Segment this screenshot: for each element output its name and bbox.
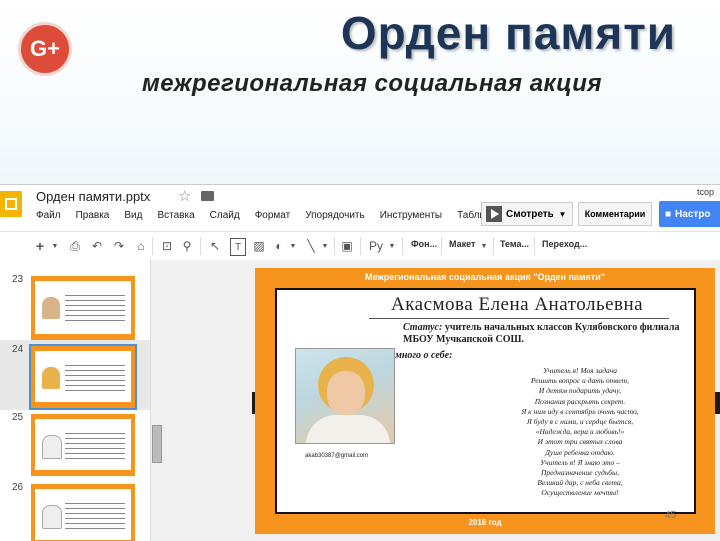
menu-item-format[interactable]: Формат — [255, 210, 291, 221]
slide-thumbnail-24[interactable] — [29, 344, 137, 410]
poem-line: Великий дар, с неба света, — [537, 478, 623, 488]
poem-line: Предназначение судьбы, — [541, 468, 619, 478]
name-divider — [369, 318, 669, 319]
current-slide[interactable]: Межрегиональная социальная акция "Орден … — [255, 268, 715, 534]
present-options-button[interactable]: ▼ — [553, 202, 573, 226]
poem-line: Решить вопрос и дать ответ, — [530, 376, 630, 386]
zoom-fit-icon[interactable]: ⊡ — [160, 238, 174, 254]
slide-number: 25 — [12, 412, 24, 423]
slide-thumbnail-25[interactable] — [31, 414, 135, 476]
status-label: Статус: — [403, 322, 443, 333]
poem-line: Душе ребенка отдаю. — [545, 447, 615, 457]
folder-icon[interactable] — [201, 191, 214, 201]
paint-format-icon[interactable]: ⌂ — [134, 238, 148, 254]
slide-number: 24 — [12, 344, 24, 355]
theme-button[interactable]: Тема... — [500, 239, 529, 249]
menu-item-view[interactable]: Вид — [124, 210, 142, 221]
select-cursor-icon[interactable]: ↖ — [208, 238, 222, 254]
page-title: Орден памяти — [340, 7, 676, 59]
shape-dropdown-icon[interactable]: ▼ — [288, 238, 298, 254]
layout-button[interactable]: Макет — [449, 239, 475, 249]
user-email: tcop — [696, 187, 714, 197]
background-button[interactable]: Фон... — [411, 239, 437, 249]
new-slide-dropdown-icon[interactable]: ▼ — [50, 238, 60, 254]
person-name: Акасмова Елена Анатольевна — [391, 294, 644, 315]
chevron-down-icon: ▼ — [558, 209, 567, 219]
slide-thumbnail-26[interactable] — [31, 484, 135, 541]
shape-icon[interactable]: ◐ — [272, 238, 286, 254]
print-icon[interactable]: ⎙ — [68, 238, 82, 254]
menu-item-insert[interactable]: Вставка — [157, 210, 194, 221]
google-plus-icon[interactable]: G+ — [18, 22, 72, 76]
page-number: 45 — [665, 510, 677, 521]
contact-email: akab30387@gmail.com — [305, 453, 369, 459]
menu-item-slide[interactable]: Слайд — [210, 210, 240, 221]
zoom-icon[interactable]: ⚲ — [180, 238, 194, 254]
poem: Учитель я! Моя задача Решить вопрос и да… — [475, 366, 685, 499]
slide-content-frame: Акасмова Елена Анатольевна Статус: учите… — [275, 288, 696, 514]
panel-scrollbar[interactable] — [152, 425, 162, 463]
document-title[interactable]: Орден памяти.pptx — [36, 189, 150, 204]
poem-line: Познания раскрыть секрет. — [534, 396, 626, 406]
menu-item-edit[interactable]: Правка — [76, 210, 110, 221]
undo-icon[interactable]: ↶ — [90, 238, 104, 254]
slides-panel: 23 24 25 26 — [0, 260, 151, 541]
slide-number: 26 — [12, 482, 24, 493]
menu-item-file[interactable]: Файл — [36, 210, 61, 221]
portrait-photo — [295, 348, 395, 444]
comments-button[interactable]: Комментарии — [578, 202, 652, 226]
poem-line: Учитель я! Я знаю это – — [540, 457, 620, 467]
slide-thumbnail-23[interactable] — [31, 276, 135, 340]
poem-line: «Надежда, вера и любовь!» — [535, 427, 625, 437]
share-label: Настро — [675, 208, 711, 220]
present-label: Смотреть — [506, 208, 554, 220]
title-bar: Орден памяти.pptx ☆ tcop Файл Правка Вид… — [0, 185, 720, 231]
text-box-icon[interactable]: T — [230, 238, 246, 256]
layout-dropdown-icon[interactable]: ▼ — [479, 238, 489, 254]
spellcheck-icon[interactable]: Ру — [367, 238, 385, 254]
play-icon — [486, 206, 502, 222]
share-button[interactable]: ■ Настро — [659, 201, 720, 227]
status-text: Статус: учитель начальных классов Кулябо… — [403, 322, 693, 346]
slide-number: 23 — [12, 274, 24, 285]
line-dropdown-icon[interactable]: ▼ — [320, 238, 330, 254]
menu-item-tools[interactable]: Инструменты — [380, 210, 442, 221]
spellcheck-dropdown-icon[interactable]: ▼ — [387, 238, 397, 254]
transition-button[interactable]: Переход... — [542, 239, 587, 249]
poem-line: Осуществление мечты! — [541, 488, 619, 498]
star-icon[interactable]: ☆ — [178, 187, 191, 205]
poem-line: Учитель я! Моя задача — [543, 366, 617, 375]
menu-bar: Файл Правка Вид Вставка Слайд Формат Упо… — [36, 210, 500, 221]
slide-header-text: Межрегиональная социальная акция "Орден … — [364, 272, 606, 282]
lock-icon: ■ — [665, 208, 672, 220]
poem-line: Я к ним иду в сентябрь очень часто, — [521, 406, 639, 416]
slides-app-icon[interactable] — [0, 191, 22, 217]
page-subtitle: межрегиональная социальная акция — [142, 70, 602, 97]
slide-footer: 2016 год — [468, 518, 502, 527]
redo-icon[interactable]: ↷ — [112, 238, 126, 254]
comment-icon[interactable]: ▣ — [340, 238, 354, 254]
image-icon[interactable]: ▨ — [252, 238, 266, 254]
line-icon[interactable]: ╲ — [304, 238, 318, 254]
new-slide-icon[interactable]: + — [33, 238, 47, 254]
poem-line: И детям подарить удачу, — [538, 386, 622, 396]
status-value: учитель начальных классов Кулябовского ф… — [403, 322, 680, 345]
menu-item-arrange[interactable]: Упорядочить — [305, 210, 365, 221]
poem-line: Я буду я с ними, и сердце бьется, — [526, 417, 634, 427]
poem-line: И этот три святых слова — [537, 437, 623, 447]
toolbar: + ▼ ⎙ ↶ ↷ ⌂ ⊡ ⚲ ↖ T ▨ ◐ ▼ ╲ ▼ ▣ Ру ▼ Фон… — [0, 231, 720, 261]
